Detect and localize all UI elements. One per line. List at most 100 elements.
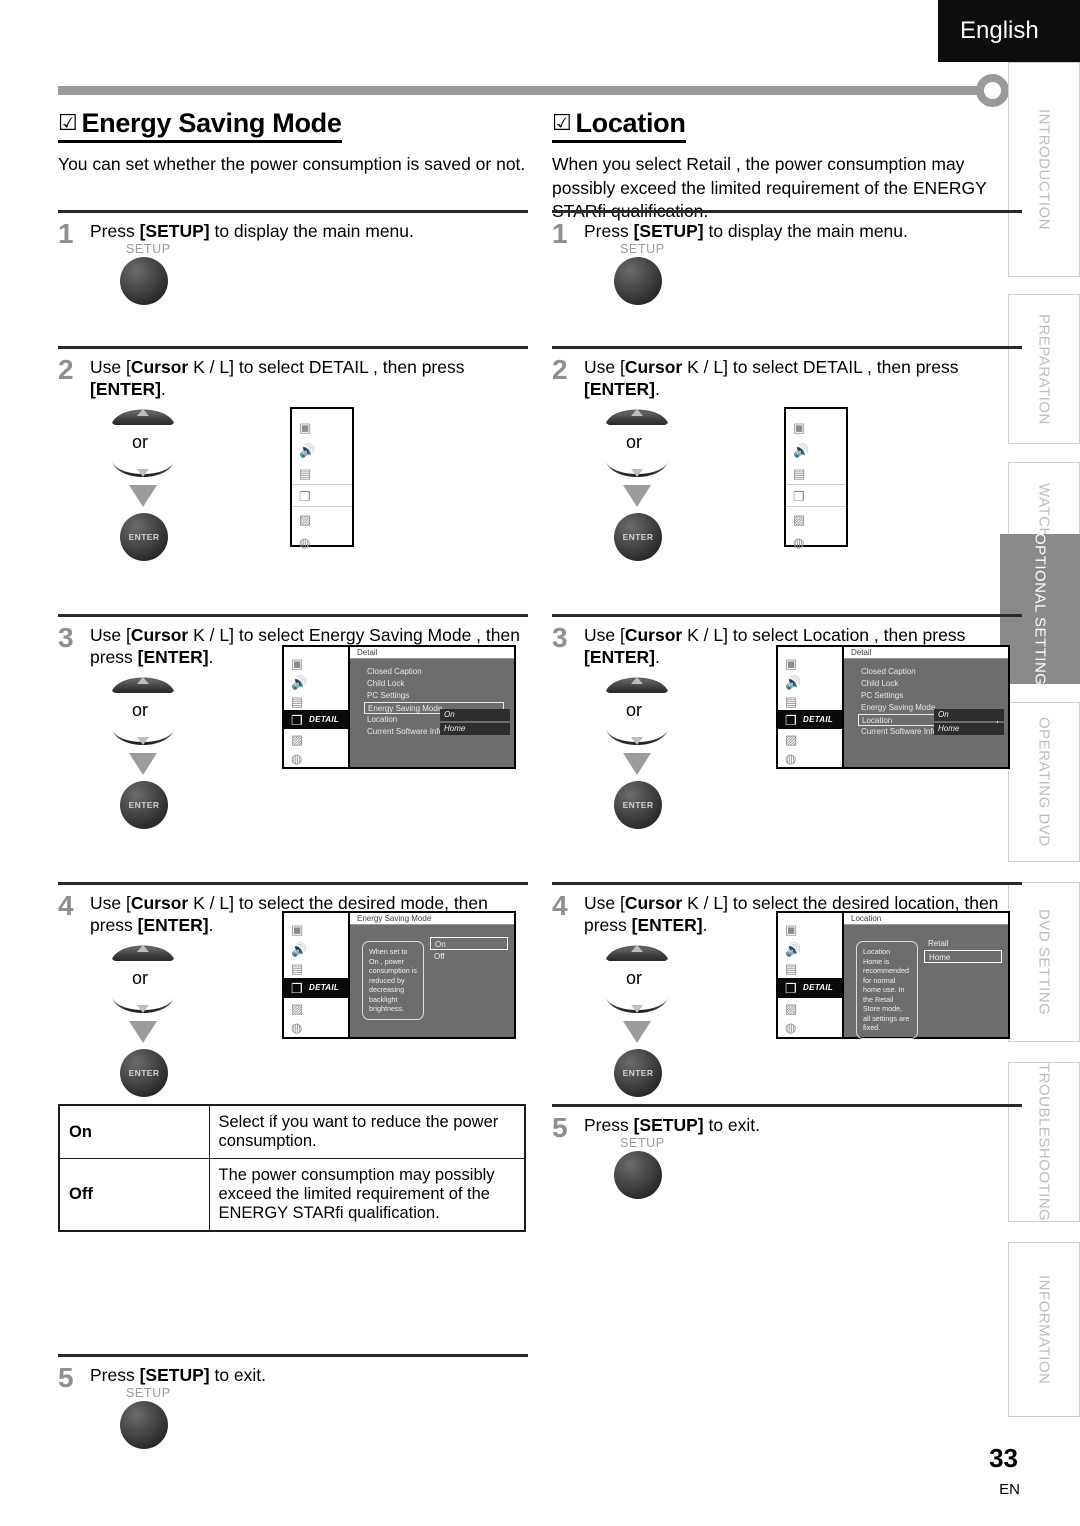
osd-icon-sound-icon[interactable]: 🔊 [284, 939, 348, 959]
enter-knob-button[interactable]: ENTER [614, 1048, 662, 1097]
cursor-up-button-left[interactable] [110, 669, 176, 693]
step-4: 4 Use [Cursor K / L] to select the desire… [58, 882, 528, 1097]
osd-menu-item[interactable]: Closed Caption [858, 666, 998, 678]
osd-icon-channel-icon[interactable]: ▤ [778, 958, 842, 978]
setup-knob-button[interactable] [614, 257, 662, 306]
osd-value[interactable]: Home [934, 723, 1004, 735]
osd-value[interactable]: Home [440, 723, 510, 735]
osd-icon-sound-icon[interactable]: 🔊 [778, 672, 842, 691]
picture-icon: ▣ [785, 655, 798, 671]
osd-option[interactable]: On [430, 937, 508, 950]
checkbox-icon: ☑ [58, 110, 78, 135]
osd-icon-column: ▣ 🔊 ▤ ❐ DETAIL ▨ ◍ [284, 647, 350, 767]
osd-icon-channel-icon[interactable]: ▤ [778, 691, 842, 710]
cursor-up-button-left[interactable] [110, 937, 176, 961]
osd-icon-disc-icon[interactable]: ◍ [786, 530, 846, 553]
osd-icon-picture-icon[interactable]: ▣ [292, 415, 352, 438]
osd-icon-detail-icon[interactable]: ❐ [292, 484, 352, 507]
osd-icon-picture-icon[interactable]: ▣ [284, 653, 348, 672]
disc-icon: ◍ [299, 534, 311, 550]
osd-option[interactable]: Home [924, 950, 1002, 963]
osd-icon-setup-icon[interactable]: ▨ [292, 507, 352, 530]
cursor-down-button-left[interactable] [110, 728, 176, 752]
enter-knob-button[interactable]: ENTER [120, 1048, 168, 1097]
osd-icon-sound-icon[interactable]: 🔊 [284, 672, 348, 691]
section-tab-information[interactable]: INFORMATION [1008, 1242, 1080, 1417]
cursor-down-button-right[interactable] [604, 460, 670, 484]
osd-icon-detail-icon[interactable]: ❐ DETAIL [778, 978, 842, 998]
step-3: 3 Use [Cursor K / L] to select Energy Sav… [58, 614, 528, 872]
setup-icon: ▨ [291, 1000, 304, 1016]
osd-menu-item[interactable]: Child Lock [364, 678, 504, 690]
osd-menu-item[interactable]: Closed Caption [364, 666, 504, 678]
step-text: Press [SETUP] to exit. [90, 1365, 267, 1385]
osd-icon-detail-icon[interactable]: ❐ DETAIL [284, 978, 348, 998]
step-text: Use [Cursor K / L] to select DETAIL , th… [90, 357, 465, 400]
cursor-down-button-left[interactable] [110, 996, 176, 1020]
osd-icon-setup-icon[interactable]: ▨ [284, 729, 348, 748]
osd-icon-sound-icon[interactable]: 🔊 [778, 939, 842, 959]
setup-knob-button[interactable] [120, 1401, 168, 1450]
setup-button-label: SETUP [620, 242, 665, 257]
osd-icon-picture-icon[interactable]: ▣ [778, 653, 842, 672]
osd-title: Energy Saving Mode [350, 913, 514, 925]
channel-icon: ▤ [793, 465, 806, 481]
osd-value[interactable]: On [440, 709, 510, 721]
osd-icon-setup-icon[interactable]: ▨ [778, 729, 842, 748]
setup-button-label: SETUP [126, 242, 171, 257]
osd-menu-item[interactable]: PC Settings [858, 690, 998, 702]
table-row: On Select if you want to reduce the power… [58, 1104, 526, 1159]
osd-menu-item[interactable]: PC Settings [364, 690, 504, 702]
enter-knob-button[interactable]: ENTER [120, 512, 168, 561]
osd-option[interactable]: Retail [924, 937, 1002, 950]
cursor-up-button-right[interactable] [604, 937, 670, 961]
cursor-up-button-right[interactable] [604, 669, 670, 693]
step-2: 2 Use [Cursor K / L] to select DETAIL , t… [552, 346, 1022, 604]
language-label: English [960, 17, 1039, 44]
cursor-up-button-right[interactable] [604, 401, 670, 425]
enter-knob-button[interactable]: ENTER [120, 780, 168, 829]
osd-icon-disc-icon[interactable]: ◍ [284, 1017, 348, 1037]
osd-icon-channel-icon[interactable]: ▤ [284, 691, 348, 710]
osd-icon-setup-icon[interactable]: ▨ [284, 998, 348, 1018]
cursor-down-button-right[interactable] [604, 996, 670, 1020]
section-intro: You can set whether the power consumptio… [58, 154, 526, 174]
osd-icon-detail-icon[interactable]: ❐ DETAIL [778, 710, 842, 729]
section-tab-label: OPTIONAL SETTING [1031, 532, 1049, 686]
cursor-up-button-left[interactable] [110, 401, 176, 425]
osd-icon-picture-icon[interactable]: ▣ [284, 919, 348, 939]
osd-icon-channel-icon[interactable]: ▤ [292, 461, 352, 484]
osd-option[interactable]: Off [430, 950, 508, 963]
section-tab-label: PREPARATION [1035, 313, 1053, 425]
osd-icon-setup-icon[interactable]: ▨ [786, 507, 846, 530]
osd-title: Detail [844, 647, 1008, 659]
cursor-down-button-right[interactable] [604, 728, 670, 752]
osd-icon-picture-icon[interactable]: ▣ [786, 415, 846, 438]
setup-icon: ▨ [291, 731, 304, 747]
osd-icon-disc-icon[interactable]: ◍ [284, 748, 348, 767]
osd-icon-channel-icon[interactable]: ▤ [786, 461, 846, 484]
step-2: 2 Use [Cursor K / L] to select DETAIL , t… [58, 346, 528, 604]
setup-knob-button[interactable] [120, 257, 168, 306]
osd-icon-sound-icon[interactable]: 🔊 [292, 438, 352, 461]
osd-value[interactable]: On [934, 709, 1004, 721]
osd-icon-column: ▣ 🔊 ▤ ❐ DETAIL ▨ ◍ [778, 647, 844, 767]
enter-knob-button[interactable]: ENTER [614, 512, 662, 561]
osd-icon-detail-icon[interactable]: ❐ DETAIL [284, 710, 348, 729]
osd-icon-setup-icon[interactable]: ▨ [778, 998, 842, 1018]
osd-icon-disc-icon[interactable]: ◍ [778, 748, 842, 767]
step-number: 2 [58, 354, 74, 385]
osd-icon-sound-icon[interactable]: 🔊 [786, 438, 846, 461]
enter-knob-button[interactable]: ENTER [614, 780, 662, 829]
cursor-down-button-left[interactable] [110, 460, 176, 484]
osd-icon-disc-icon[interactable]: ◍ [292, 530, 352, 553]
setup-knob-button[interactable] [614, 1151, 662, 1200]
osd-menu-item[interactable]: Child Lock [858, 678, 998, 690]
osd-icon-channel-icon[interactable]: ▤ [284, 958, 348, 978]
osd-icon-detail-icon[interactable]: ❐ [786, 484, 846, 507]
osd-title: Detail [350, 647, 514, 659]
step-text: Press [SETUP] to display the main menu. [90, 221, 414, 241]
channel-icon: ▤ [291, 693, 304, 709]
osd-icon-picture-icon[interactable]: ▣ [778, 919, 842, 939]
osd-icon-disc-icon[interactable]: ◍ [778, 1017, 842, 1037]
